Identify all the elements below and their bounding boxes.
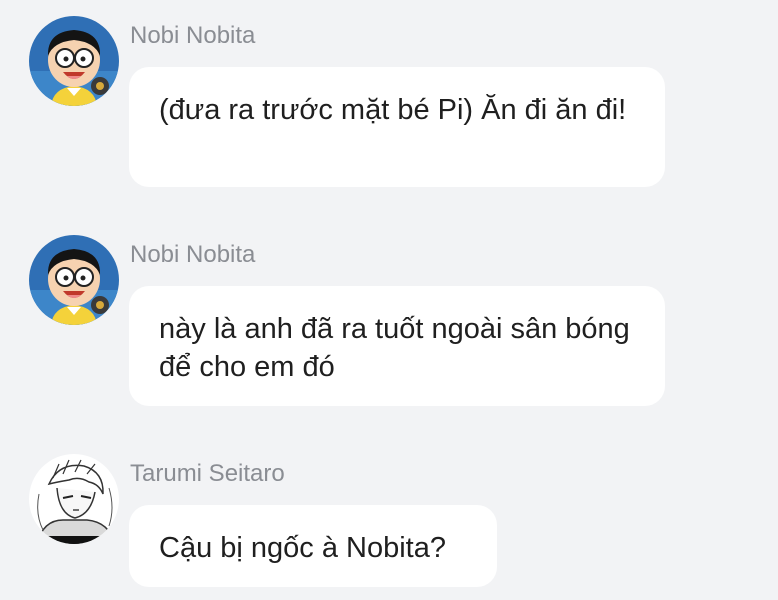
message-bubble: này là anh đã ra tuốt ngoài sân bóng để …	[129, 286, 665, 406]
message-text: này là anh đã ra tuốt ngoài sân bóng để …	[159, 313, 630, 383]
nobita-avatar-icon[interactable]	[29, 16, 119, 106]
message-text: (đưa ra trước mặt bé Pi) Ăn đi ăn đi!	[159, 94, 627, 126]
tarumi-avatar-icon[interactable]	[29, 454, 119, 544]
message-bubble: (đưa ra trước mặt bé Pi) Ăn đi ăn đi!	[129, 67, 665, 187]
sender-name: Tarumi Seitaro	[130, 460, 285, 487]
sender-name: Nobi Nobita	[130, 22, 256, 49]
chat-thread: Nobi Nobita (đưa ra trước mặt bé Pi) Ăn …	[0, 0, 778, 600]
nobita-avatar-icon[interactable]	[29, 235, 119, 325]
message-text: Cậu bị ngốc à Nobita?	[159, 532, 446, 564]
message-bubble: Cậu bị ngốc à Nobita?	[129, 505, 497, 587]
sender-name: Nobi Nobita	[130, 241, 256, 268]
